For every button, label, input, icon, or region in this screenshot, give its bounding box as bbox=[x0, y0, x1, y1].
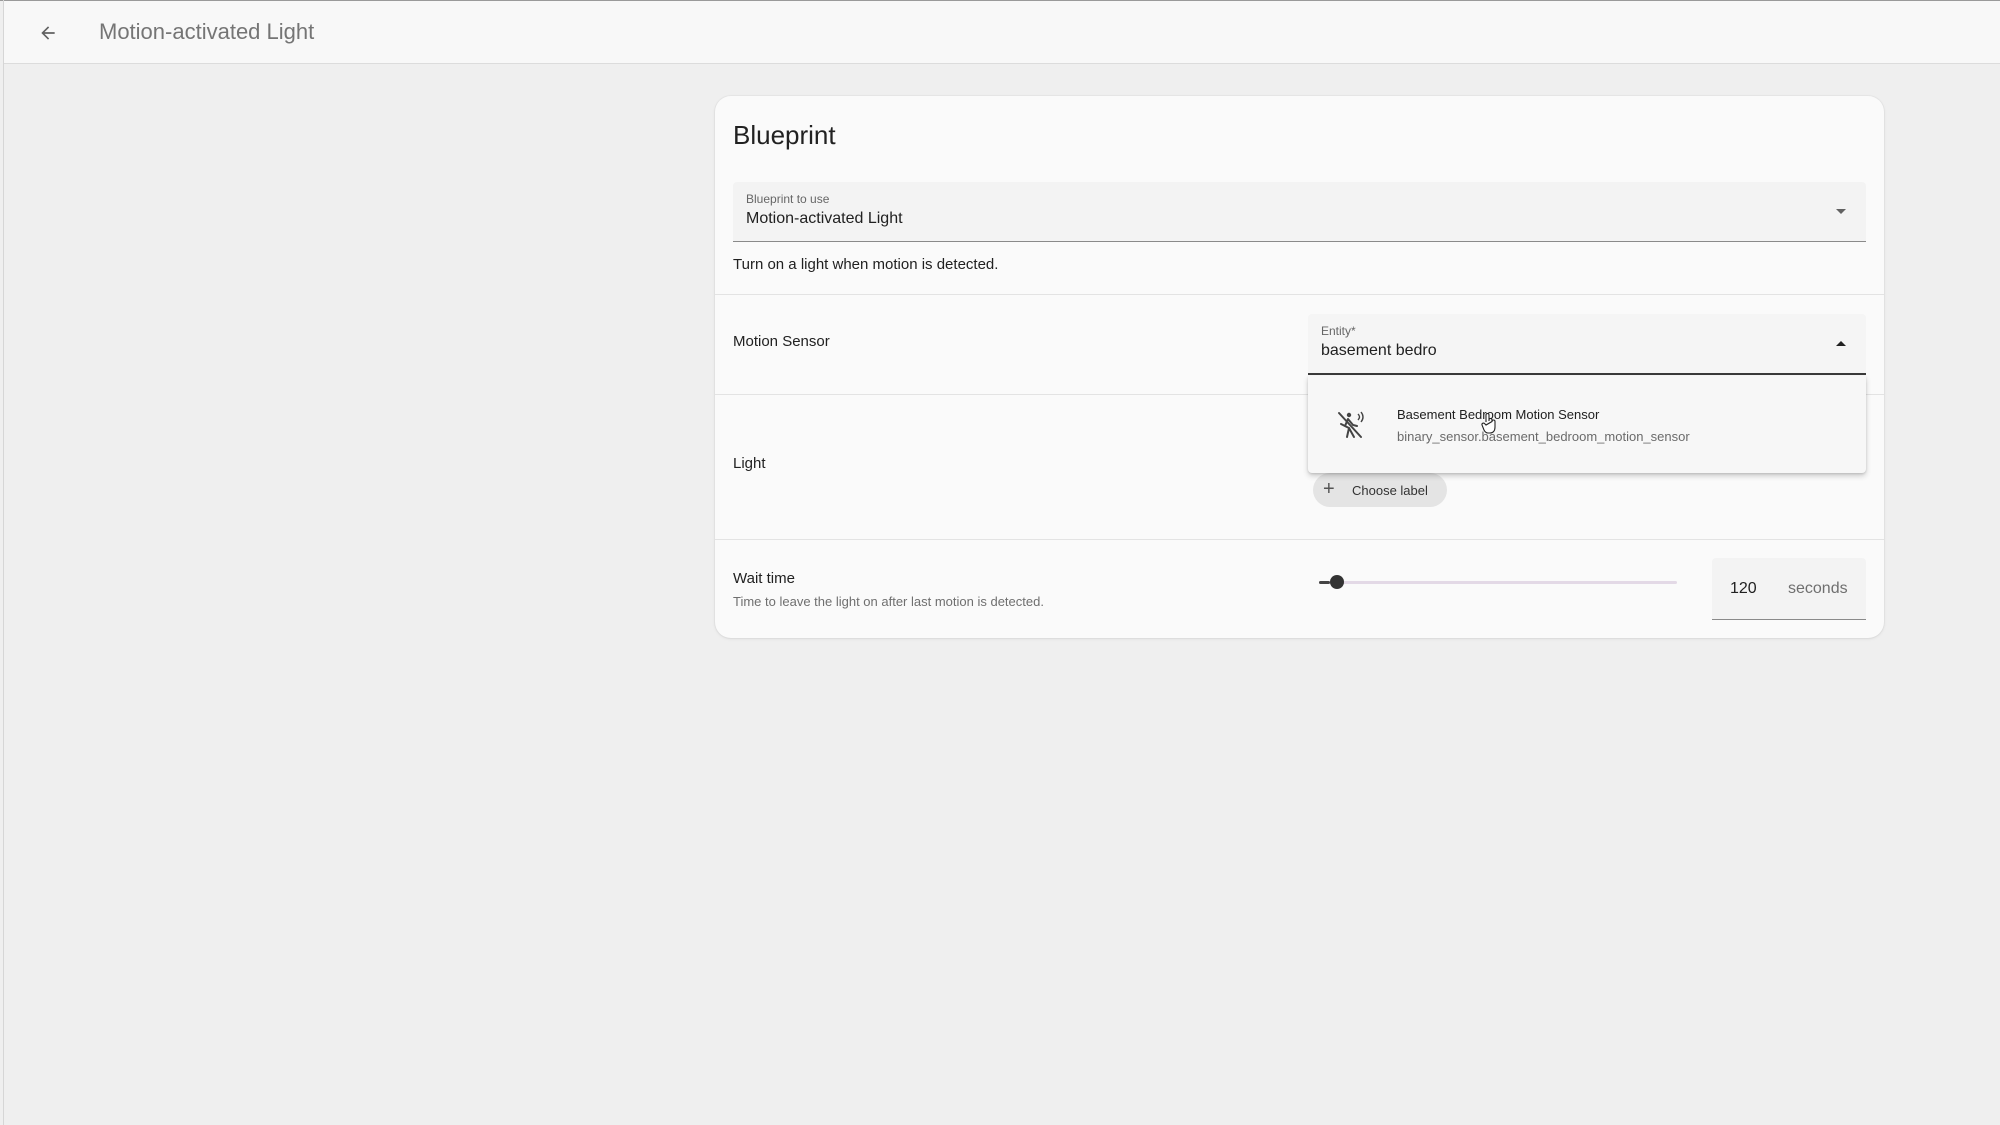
divider bbox=[715, 294, 1884, 295]
light-label: Light bbox=[733, 455, 766, 472]
suggestion-name: Basement Bedroom Motion Sensor bbox=[1397, 407, 1600, 422]
slider-thumb[interactable] bbox=[1330, 575, 1344, 589]
choose-label-button[interactable]: + Choose label bbox=[1313, 473, 1447, 507]
wait-time-label: Wait time bbox=[733, 570, 795, 587]
back-button[interactable] bbox=[32, 17, 64, 49]
page-title: Motion-activated Light bbox=[99, 19, 315, 44]
divider bbox=[715, 539, 1884, 540]
hand-pointer-icon bbox=[1481, 413, 1496, 434]
blueprint-description: Turn on a light when motion is detected. bbox=[733, 256, 999, 273]
wait-time-slider[interactable] bbox=[1319, 570, 1701, 594]
entity-input-value[interactable]: basement bedro bbox=[1321, 342, 1437, 360]
blueprint-card: Blueprint Blueprint to use Motion-activa… bbox=[715, 96, 1884, 638]
wait-time-value[interactable]: 120 bbox=[1730, 580, 1757, 598]
blueprint-select-label: Blueprint to use bbox=[746, 192, 830, 206]
entity-input-label: Entity* bbox=[1321, 324, 1356, 338]
suggestion-entity-id: binary_sensor.basement_bedroom_motion_se… bbox=[1397, 429, 1690, 444]
window-left-border bbox=[3, 0, 4, 1125]
slider-fill bbox=[1319, 581, 1330, 584]
wait-time-description: Time to leave the light on after last mo… bbox=[733, 594, 1044, 609]
card-title: Blueprint bbox=[733, 120, 836, 150]
entity-suggestions-dropdown: Basement Bedroom Motion Sensor binary_se… bbox=[1308, 376, 1866, 473]
entity-input[interactable]: Entity* basement bedro bbox=[1308, 314, 1866, 375]
slider-track bbox=[1319, 581, 1677, 584]
plus-icon: + bbox=[1323, 478, 1335, 500]
motion-sensor-label: Motion Sensor bbox=[733, 333, 830, 350]
wait-time-input[interactable]: 120 seconds bbox=[1712, 558, 1866, 620]
wait-time-unit: seconds bbox=[1788, 580, 1848, 597]
choose-label-text: Choose label bbox=[1352, 483, 1428, 498]
motion-sensor-off-icon bbox=[1338, 411, 1364, 438]
chevron-down-icon bbox=[1836, 209, 1846, 214]
chevron-up-icon[interactable] bbox=[1836, 341, 1846, 346]
top-app-bar: Motion-activated Light bbox=[4, 1, 2000, 64]
arrow-left-icon bbox=[41, 26, 55, 40]
blueprint-select-value: Motion-activated Light bbox=[746, 210, 903, 227]
blueprint-select[interactable]: Blueprint to use Motion-activated Light bbox=[733, 182, 1866, 242]
list-item[interactable]: Basement Bedroom Motion Sensor binary_se… bbox=[1308, 376, 1866, 473]
